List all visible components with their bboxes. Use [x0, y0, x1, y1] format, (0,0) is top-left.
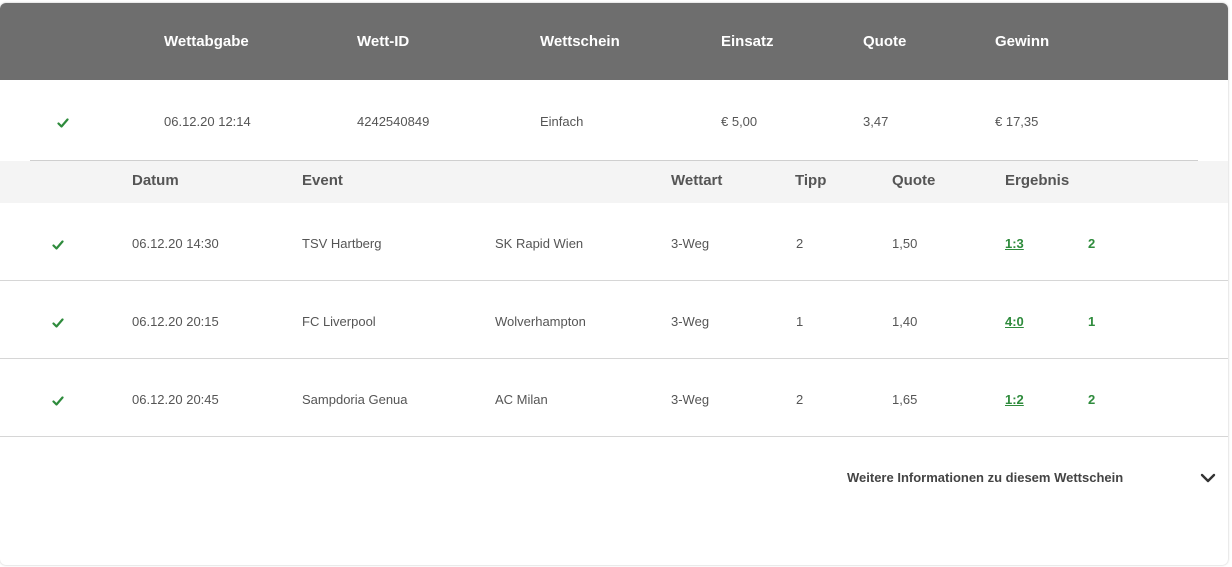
header-col-wettabgabe: Wettabgabe	[164, 33, 249, 50]
row-date: 06.12.20 20:45	[132, 392, 219, 407]
summary-slip-type: Einfach	[540, 114, 584, 129]
row-odds: 1,40	[892, 314, 918, 329]
bet-slip-header: Wettabgabe Wett-ID Wettschein Einsatz Qu…	[0, 3, 1228, 80]
chevron-down-icon[interactable]	[1199, 469, 1217, 487]
row-outcome: 2	[1088, 236, 1096, 251]
row-home-team: Sampdoria Genua	[302, 392, 408, 407]
header-col-wettschein: Wettschein	[540, 33, 620, 50]
check-icon	[57, 117, 69, 129]
details-col-quote: Quote	[892, 172, 936, 189]
row-away-team: AC Milan	[495, 392, 548, 407]
check-icon	[52, 239, 64, 251]
details-col-tipp: Tipp	[795, 172, 827, 189]
summary-date: 06.12.20 12:14	[164, 114, 251, 129]
row-score-link[interactable]: 1:2	[1005, 392, 1024, 407]
header-col-quote: Quote	[863, 33, 907, 50]
more-info-toggle[interactable]: Weitere Informationen zu diesem Wettsche…	[847, 470, 1123, 485]
bet-summary-row: 06.12.20 12:14 4242540849 Einfach € 5,00…	[0, 80, 1228, 160]
summary-winnings: € 17,35	[995, 114, 1039, 129]
details-header: Datum Event Wettart Tipp Quote Ergebnis	[0, 161, 1228, 203]
row-outcome: 2	[1088, 392, 1096, 407]
details-col-event: Event	[302, 172, 343, 189]
details-col-ergebnis: Ergebnis	[1005, 172, 1070, 189]
row-score-link[interactable]: 1:3	[1005, 236, 1024, 251]
row-score-link[interactable]: 4:0	[1005, 314, 1024, 329]
row-away-team: Wolverhampton	[495, 314, 586, 329]
table-row: 06.12.20 20:15 FC Liverpool Wolverhampto…	[0, 281, 1228, 359]
header-col-wett-id: Wett-ID	[357, 33, 410, 50]
row-date: 06.12.20 14:30	[132, 236, 219, 251]
row-bet-type: 3-Weg	[671, 236, 710, 251]
header-col-gewinn: Gewinn	[995, 33, 1050, 50]
summary-stake: € 5,00	[721, 114, 758, 129]
header-col-einsatz: Einsatz	[721, 33, 774, 50]
check-icon	[52, 395, 64, 407]
summary-odds: 3,47	[863, 114, 889, 129]
row-bet-type: 3-Weg	[671, 314, 710, 329]
row-odds: 1,50	[892, 236, 918, 251]
row-away-team: SK Rapid Wien	[495, 236, 584, 251]
table-row: 06.12.20 20:45 Sampdoria Genua AC Milan …	[0, 359, 1228, 437]
row-tip: 2	[796, 236, 804, 251]
table-row: 06.12.20 14:30 TSV Hartberg SK Rapid Wie…	[0, 203, 1228, 281]
row-outcome: 1	[1088, 314, 1096, 329]
row-tip: 1	[796, 314, 804, 329]
bet-slip-card: Wettabgabe Wett-ID Wettschein Einsatz Qu…	[0, 3, 1228, 565]
details-col-wettart: Wettart	[671, 172, 723, 189]
row-bet-type: 3-Weg	[671, 392, 710, 407]
summary-bet-id: 4242540849	[357, 114, 430, 129]
row-date: 06.12.20 20:15	[132, 314, 219, 329]
row-home-team: FC Liverpool	[302, 314, 376, 329]
row-tip: 2	[796, 392, 804, 407]
row-home-team: TSV Hartberg	[302, 236, 382, 251]
details-col-datum: Datum	[132, 172, 179, 189]
check-icon	[52, 317, 64, 329]
row-odds: 1,65	[892, 392, 918, 407]
